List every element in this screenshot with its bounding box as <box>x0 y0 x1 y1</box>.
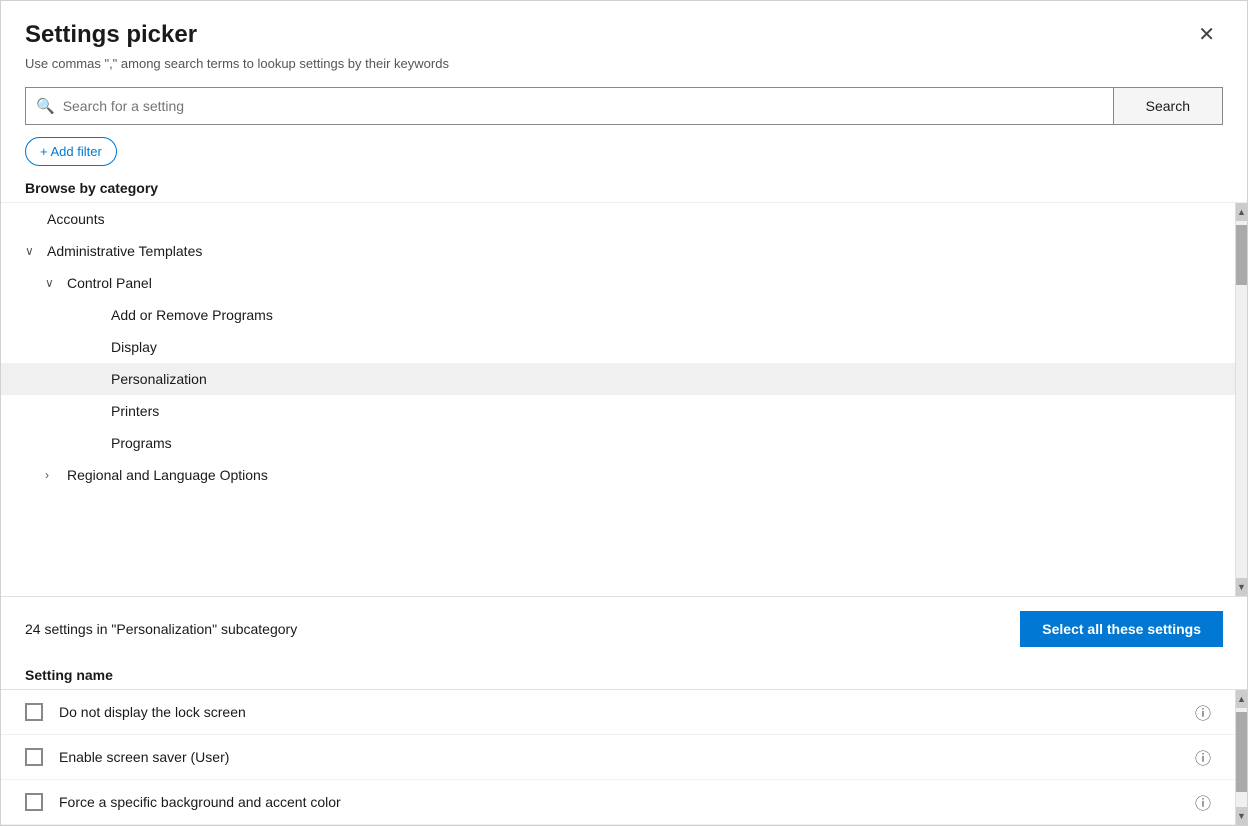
tree-scroll-up[interactable]: ▲ <box>1236 203 1247 221</box>
settings-column-header: Setting name <box>1 661 1247 690</box>
dialog-title: Settings picker <box>25 21 197 50</box>
search-button[interactable]: Search <box>1114 87 1223 125</box>
settings-row[interactable]: Do not display the lock screen ⓘ <box>1 690 1235 735</box>
chevron-icon: ∨ <box>25 244 41 258</box>
tree-item-label: Control Panel <box>67 275 152 291</box>
settings-checkbox-s2[interactable] <box>25 748 43 766</box>
bottom-panel: 24 settings in "Personalization" subcate… <box>1 597 1247 825</box>
settings-row[interactable]: Enable screen saver (User) ⓘ <box>1 735 1235 780</box>
tree-item-label: Accounts <box>47 211 105 227</box>
settings-scroll-down[interactable]: ▼ <box>1236 807 1247 825</box>
tree-item-label: Add or Remove Programs <box>111 307 273 323</box>
tree-item-admin-templates[interactable]: ∨ Administrative Templates <box>1 235 1235 267</box>
info-icon[interactable]: ⓘ <box>1195 745 1211 769</box>
settings-list: Do not display the lock screenⓘEnable sc… <box>1 690 1235 825</box>
tree-item-printers[interactable]: Printers <box>1 395 1235 427</box>
tree-scroll-thumb[interactable] <box>1236 225 1247 285</box>
content-area: Browse by category Accounts ∨ Administrati… <box>1 180 1247 825</box>
settings-scrollbar[interactable]: ▲ ▼ <box>1235 690 1247 825</box>
tree-scrollbar[interactable]: ▲ ▼ <box>1235 203 1247 596</box>
tree-item-accounts[interactable]: Accounts <box>1 203 1235 235</box>
settings-checkbox-s1[interactable] <box>25 703 43 721</box>
search-row: 🔍 Search <box>25 87 1223 125</box>
settings-count: 24 settings in "Personalization" subcate… <box>25 621 297 637</box>
tree-item-label: Regional and Language Options <box>67 467 268 483</box>
dialog-header: Settings picker ✕ Use commas "," among s… <box>1 1 1247 71</box>
settings-scroll-up[interactable]: ▲ <box>1236 690 1247 708</box>
settings-row-label: Enable screen saver (User) <box>59 749 1187 765</box>
tree-item-programs[interactable]: Programs <box>1 427 1235 459</box>
filter-row: + Add filter <box>1 125 1247 166</box>
info-icon[interactable]: ⓘ <box>1195 700 1211 724</box>
tree-item-label: Display <box>111 339 157 355</box>
add-filter-button[interactable]: + Add filter <box>25 137 117 166</box>
tree-item-display[interactable]: Display <box>1 331 1235 363</box>
tree-item-label: Programs <box>111 435 172 451</box>
bottom-header: 24 settings in "Personalization" subcate… <box>1 597 1247 661</box>
search-input-wrapper: 🔍 <box>25 87 1114 125</box>
search-input[interactable] <box>63 98 1103 114</box>
settings-picker-dialog: Settings picker ✕ Use commas "," among s… <box>0 0 1248 826</box>
settings-row[interactable]: Force a specific background and accent c… <box>1 780 1235 825</box>
dialog-subtitle: Use commas "," among search terms to loo… <box>25 56 1223 71</box>
tree-scroll-area: Accounts ∨ Administrative Templates ∨ Contro… <box>1 202 1247 596</box>
tree-item-add-remove[interactable]: Add or Remove Programs <box>1 299 1235 331</box>
tree-item-label: Printers <box>111 403 159 419</box>
chevron-icon: › <box>45 468 61 482</box>
tree-item-label: Personalization <box>111 371 207 387</box>
close-button[interactable]: ✕ <box>1190 21 1223 49</box>
browse-label: Browse by category <box>1 180 1247 202</box>
chevron-icon: ∨ <box>45 276 61 290</box>
tree-item-personalization[interactable]: Personalization <box>1 363 1235 395</box>
tree-panel: Browse by category Accounts ∨ Administrati… <box>1 180 1247 825</box>
search-icon: 🔍 <box>36 97 55 115</box>
select-all-button[interactable]: Select all these settings <box>1020 611 1223 647</box>
settings-checkbox-s3[interactable] <box>25 793 43 811</box>
info-icon[interactable]: ⓘ <box>1195 790 1211 814</box>
tree-item-label: Administrative Templates <box>47 243 202 259</box>
settings-row-label: Do not display the lock screen <box>59 704 1187 720</box>
settings-row-label: Force a specific background and accent c… <box>59 794 1187 810</box>
tree-item-regional[interactable]: › Regional and Language Options <box>1 459 1235 491</box>
settings-scroll-thumb[interactable] <box>1236 712 1247 792</box>
category-tree: Accounts ∨ Administrative Templates ∨ Contro… <box>1 203 1235 596</box>
tree-item-control-panel[interactable]: ∨ Control Panel <box>1 267 1235 299</box>
bottom-content: Do not display the lock screenⓘEnable sc… <box>1 690 1247 825</box>
tree-scroll-down[interactable]: ▼ <box>1236 578 1247 596</box>
